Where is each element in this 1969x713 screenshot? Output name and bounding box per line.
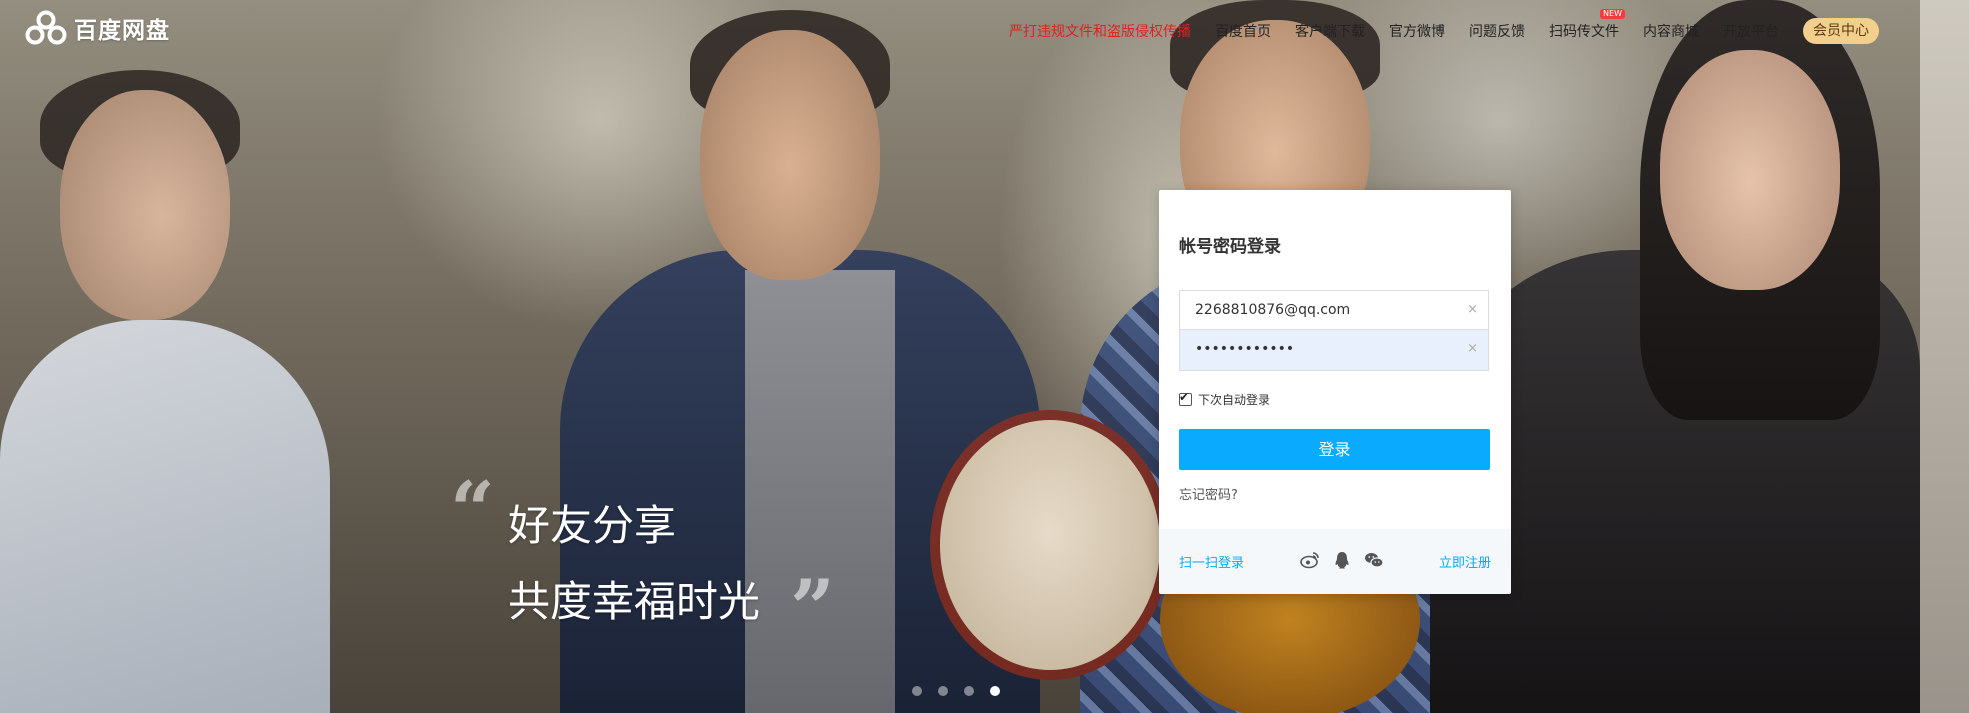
remember-me-checkbox[interactable]: ✔ xyxy=(1179,390,1192,406)
carousel-dot[interactable] xyxy=(938,686,948,696)
slogan-line-1: 好友分享 xyxy=(508,501,677,550)
nav-scan-transfer-label: 扫码传文件 xyxy=(1549,24,1619,40)
nav-client-download[interactable]: 客户端下载 xyxy=(1295,21,1365,41)
username-input[interactable] xyxy=(1180,291,1480,329)
wechat-icon[interactable] xyxy=(1363,549,1385,571)
login-footer: 扫一扫登录 立即注册 xyxy=(1159,529,1511,594)
clear-password-icon[interactable]: × xyxy=(1467,341,1478,356)
vip-center-button[interactable]: 会员中心 xyxy=(1803,18,1879,44)
slogan-line-2: 共度幸福时光 xyxy=(508,577,761,626)
register-link[interactable]: 立即注册 xyxy=(1439,552,1491,571)
remember-me-label[interactable]: 下次自动登录 xyxy=(1198,391,1270,408)
password-field: × xyxy=(1179,330,1489,371)
carousel-dot[interactable] xyxy=(990,686,1000,696)
carousel-dot[interactable] xyxy=(912,686,922,696)
background-overlay xyxy=(0,0,1920,713)
nav-content-mall[interactable]: 内容商城 xyxy=(1643,21,1699,41)
top-nav: 严打违规文件和盗版侵权传播 百度首页 客户端下载 官方微博 问题反馈 扫码传文件… xyxy=(1009,9,1879,44)
username-field: × xyxy=(1179,290,1489,330)
forgot-password-link[interactable]: 忘记密码? xyxy=(1179,484,1238,503)
logo-link[interactable]: 百度网盘 xyxy=(24,10,170,46)
login-button[interactable]: 登录 xyxy=(1179,429,1490,470)
login-panel: 帐号密码登录 × × ✔ 下次自动登录 登录 忘记密码? 扫一扫登录 xyxy=(1159,190,1511,594)
page: 百度网盘 严打违规文件和盗版侵权传播 百度首页 客户端下载 官方微博 问题反馈 … xyxy=(0,0,1969,713)
checkmark-icon: ✔ xyxy=(1179,390,1190,404)
weibo-icon[interactable] xyxy=(1299,549,1321,571)
carousel-indicators xyxy=(912,686,1016,696)
nav-piracy-notice[interactable]: 严打违规文件和盗版侵权传播 xyxy=(1009,21,1191,41)
remember-me: ✔ 下次自动登录 xyxy=(1179,390,1270,408)
password-input[interactable] xyxy=(1180,330,1480,368)
logo-text: 百度网盘 xyxy=(74,18,170,44)
nav-scan-transfer[interactable]: 扫码传文件 NEW xyxy=(1549,9,1625,41)
new-badge: NEW xyxy=(1600,9,1625,19)
qq-icon[interactable] xyxy=(1331,549,1353,571)
social-login-icons xyxy=(1299,549,1395,571)
clear-username-icon[interactable]: × xyxy=(1467,302,1478,317)
login-title: 帐号密码登录 xyxy=(1179,237,1281,257)
open-quote-mark: “ xyxy=(450,465,495,556)
carousel-dot[interactable] xyxy=(964,686,974,696)
close-quote-mark: ” xyxy=(790,563,835,654)
background-edge-strip xyxy=(1920,0,1969,713)
nav-baidu-home[interactable]: 百度首页 xyxy=(1215,21,1271,41)
top-header: 百度网盘 严打违规文件和盗版侵权传播 百度首页 客户端下载 官方微博 问题反馈 … xyxy=(0,0,1969,60)
nav-official-weibo[interactable]: 官方微博 xyxy=(1389,21,1445,41)
qr-login-link[interactable]: 扫一扫登录 xyxy=(1179,552,1244,571)
nav-feedback[interactable]: 问题反馈 xyxy=(1469,21,1525,41)
baidu-netdisk-logo-icon xyxy=(25,10,67,45)
nav-open-platform[interactable]: 开放平台 xyxy=(1723,21,1779,41)
